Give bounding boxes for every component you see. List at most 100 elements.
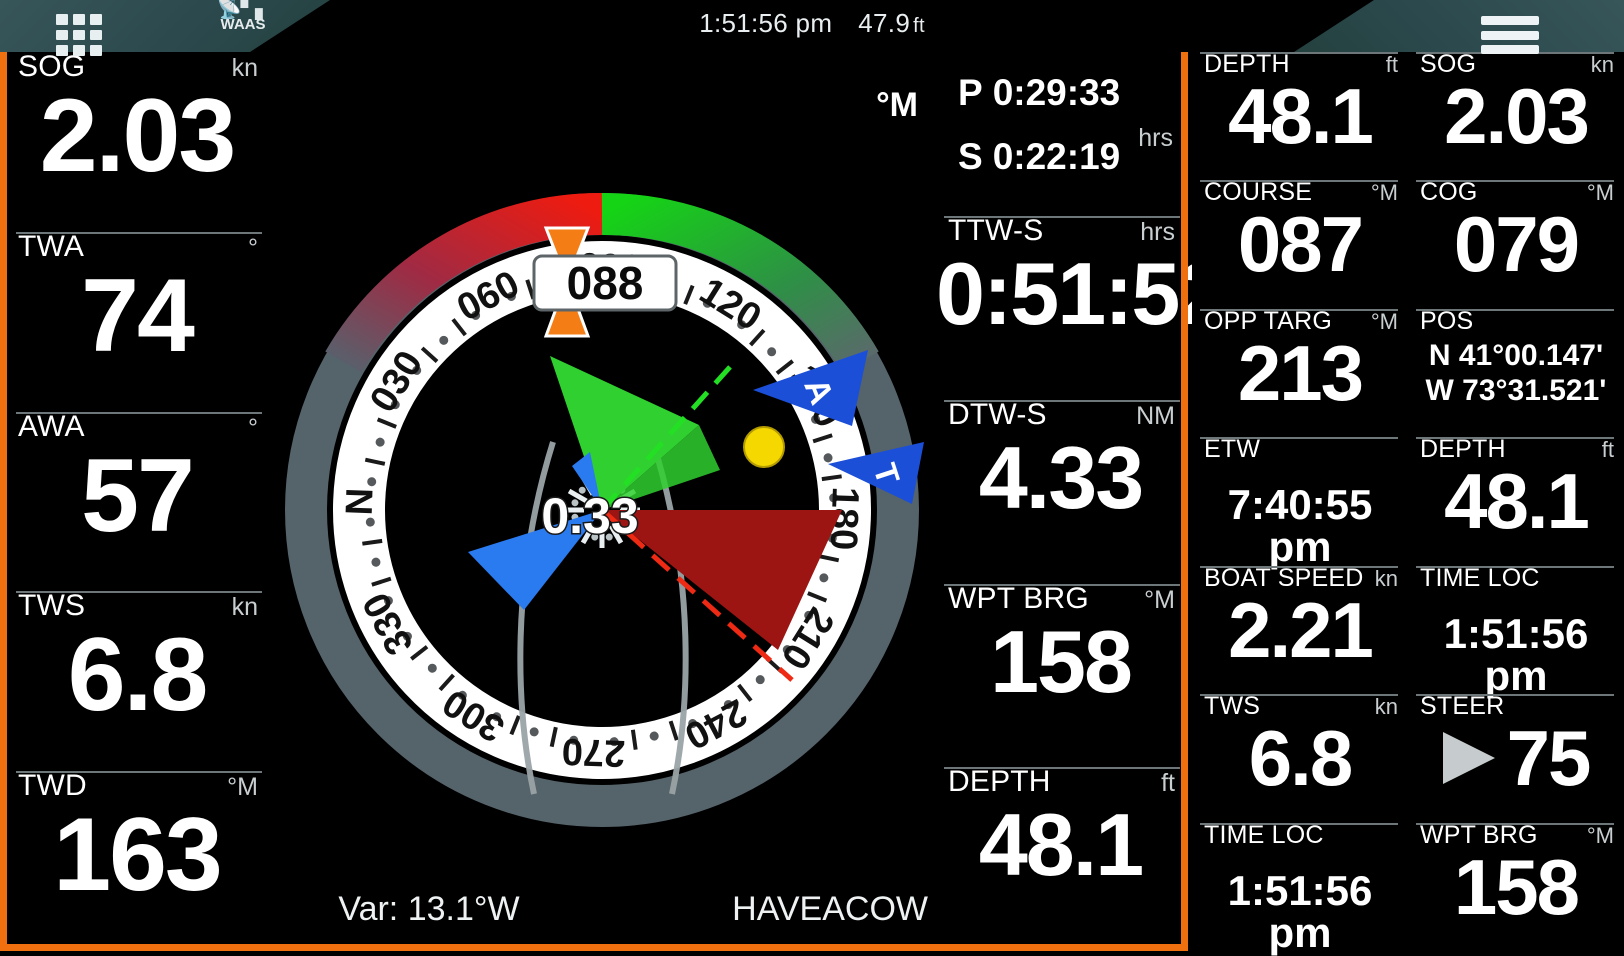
left-divider [16,591,262,594]
port-timer-value: 0:29:33 [992,72,1121,113]
right-cell-sog-0-1[interactable]: SOG kn 2.03 [1408,52,1624,180]
waypoint-name-label: HAVEACOW [732,890,928,928]
mid-divider [944,216,1180,218]
right-cell-time-loc-4-1-value: 1:51:56 pm [1443,609,1589,699]
right-cell-wpt-brg-6-1-value: 158 [1453,842,1580,931]
port-timer-label: P [958,72,983,113]
right-cell-boat-speed-4-0-unit: kn [1374,565,1398,591]
right-cell-sog-0-1-value: 2.03 [1444,72,1590,160]
clock-readout: 1:51:56 pm [699,7,833,38]
mid-right-data-panel: P 0:29:33 hrs S 0:22:19 TTW-S hrs 0:51:52 D… [936,52,1227,951]
right-cell-time-loc-4-1[interactable]: TIME LOC 1:51:56 pm [1408,563,1624,699]
mid-cell-dtw-s[interactable]: DTW-S NM 4.33 [936,397,1185,584]
right-cell-opp-targ-2-0-unit: °M [1370,308,1398,334]
left-divider [16,231,262,234]
right-cell-opp-targ-2-0[interactable]: OPP TARG °M 213 [1192,308,1408,437]
mid-cell-ttw-s-label: TTW-S [948,214,1044,247]
right-cell-depth-0-0-unit: ft [1385,52,1398,77]
mid-cell-depth[interactable]: DEPTH ft 48.1 [936,767,1185,951]
mid-cell-dtw-s-label: DTW-S [948,397,1047,431]
right-cell-course-1-0-value: 087 [1237,200,1364,289]
left-cell-awa-unit: ° [248,413,258,442]
hamburger-menu-icon[interactable] [1481,16,1539,54]
mid-cell-depth-label: DEPTH [948,765,1051,799]
right-cell-cog-1-1-unit: °M [1586,180,1614,206]
left-cell-twa-value: 74 [81,257,195,374]
left-cell-awa-label: AWA [18,409,85,443]
sailing-instrument-display: 📡▘▖ WAAS 1:51:56 pm 47.9 ft SOG kn 2.03 TWA… [0,0,1624,953]
right-cell-steer-5-1[interactable]: STEER 75 [1408,694,1624,822]
right-cell-course-1-0-unit: °M [1370,180,1398,206]
left-cell-sog[interactable]: SOG kn 2.03 [6,52,268,232]
topbar-depth-unit: ft [913,14,925,37]
left-cell-sog-unit: kn [231,54,258,82]
left-cell-twa[interactable]: TWA ° 74 [6,229,268,412]
right-data-panel: DEPTH ft 48.1 SOG kn 2.03 COURSE °M 087 COG °M 079 O… [1192,52,1624,953]
magnetic-variation-label: Var: 13.1°W [338,890,520,928]
position-longitude: W 73°31.521' [1425,373,1607,407]
left-divider [16,771,262,774]
right-cell-depth-3-1-value: 48.1 [1444,457,1590,546]
right-cell-depth-3-1[interactable]: DEPTH ft 48.1 [1408,437,1624,565]
speed-through-water-value: 0.33 [541,488,638,544]
right-cell-steer-5-1-label: STEER [1420,692,1505,721]
left-cell-tws-unit: kn [231,593,258,622]
right-cell-pos-2-1[interactable]: POS N 41°00.147' W 73°31.521' [1408,308,1624,437]
right-cell-course-1-0[interactable]: COURSE °M 087 [1192,180,1408,308]
mid-cell-ttw-s[interactable]: TTW-S hrs 0:51:52 [936,214,1227,400]
mid-cell-wpt-brg-unit: °M [1144,585,1175,614]
mid-divider [944,767,1180,770]
right-divider [1416,822,1614,825]
right-divider [1416,565,1614,568]
right-cell-cog-1-1[interactable]: COG °M 079 [1408,180,1624,308]
right-cell-tws-5-0-value: 6.8 [1248,714,1353,803]
left-cell-twd[interactable]: TWD °M 163 [6,771,268,951]
right-cell-depth-0-0[interactable]: DEPTH ft 48.1 [1192,52,1408,180]
top-status-bar: 📡▘▖ WAAS 1:51:56 pm 47.9 ft [0,0,1624,56]
right-cell-etw-3-0[interactable]: ETW 7:40:55 pm [1192,435,1408,571]
tack-timers-cell[interactable]: P 0:29:33 hrs S 0:22:19 [936,58,1185,216]
left-cell-tws-value: 6.8 [67,617,209,734]
mid-cell-wpt-brg-value: 158 [990,611,1133,711]
right-divider [1416,308,1614,311]
waypoint-dot-icon [743,426,785,468]
left-cell-twd-unit: °M [227,773,258,802]
right-divider [1200,565,1398,568]
right-divider [1200,308,1398,311]
right-cell-steer-5-1-value: 75 [1408,719,1624,797]
right-cell-depth-0-0-value: 48.1 [1228,72,1374,160]
right-cell-etw-3-0-label: ETW [1204,435,1261,464]
right-cell-etw-3-0-value: 7:40:55 pm [1227,481,1373,571]
heading-value: 088 [567,257,644,309]
left-cell-sog-value: 2.03 [39,78,236,194]
compass-rose[interactable]: N030060090120150180210240270300330 [272,180,932,840]
starboard-timer-value: 0:22:19 [992,136,1121,177]
position-latitude: N 41°00.147' [1428,338,1604,372]
left-cell-twd-value: 163 [53,797,223,914]
mid-divider [944,583,1180,586]
left-cell-twa-label: TWA [18,229,85,263]
mid-cell-wpt-brg-label: WPT BRG [948,581,1089,615]
right-cell-cog-1-1-value: 079 [1453,200,1580,289]
right-divider [1416,437,1614,440]
left-cell-awa[interactable]: AWA ° 57 [6,409,268,592]
right-cell-time-loc-4-1-label: TIME LOC [1420,563,1540,592]
right-cell-time-loc-6-0-label: TIME LOC [1204,820,1324,849]
right-cell-pos-2-1-value: N 41°00.147' W 73°31.521' [1408,334,1624,408]
right-cell-tws-5-0[interactable]: TWS kn 6.8 [1192,694,1408,822]
left-divider [16,411,262,414]
right-cell-time-loc-6-0[interactable]: TIME LOC 1:51:56 pm [1192,820,1408,953]
right-cell-tws-5-0-unit: kn [1374,694,1398,720]
right-cell-wpt-brg-6-1[interactable]: WPT BRG °M 158 [1408,822,1624,951]
right-divider [1416,180,1614,183]
tack-timers-unit: hrs [1138,124,1173,152]
mid-cell-ttw-s-value: 0:51:52 [936,244,1227,343]
mid-cell-depth-value: 48.1 [978,795,1144,895]
mid-cell-depth-unit: ft [1161,769,1175,798]
steer-value: 75 [1506,714,1592,803]
mid-cell-wpt-brg[interactable]: WPT BRG °M 158 [936,581,1185,768]
steering-compass-panel[interactable]: °M N 030 060 120 180 210 240 270 300 330… [268,52,936,951]
right-cell-boat-speed-4-0-value: 2.21 [1228,585,1374,674]
right-cell-boat-speed-4-0[interactable]: BOAT SPEED kn 2.21 [1192,565,1408,694]
left-cell-tws[interactable]: TWS kn 6.8 [6,591,268,771]
